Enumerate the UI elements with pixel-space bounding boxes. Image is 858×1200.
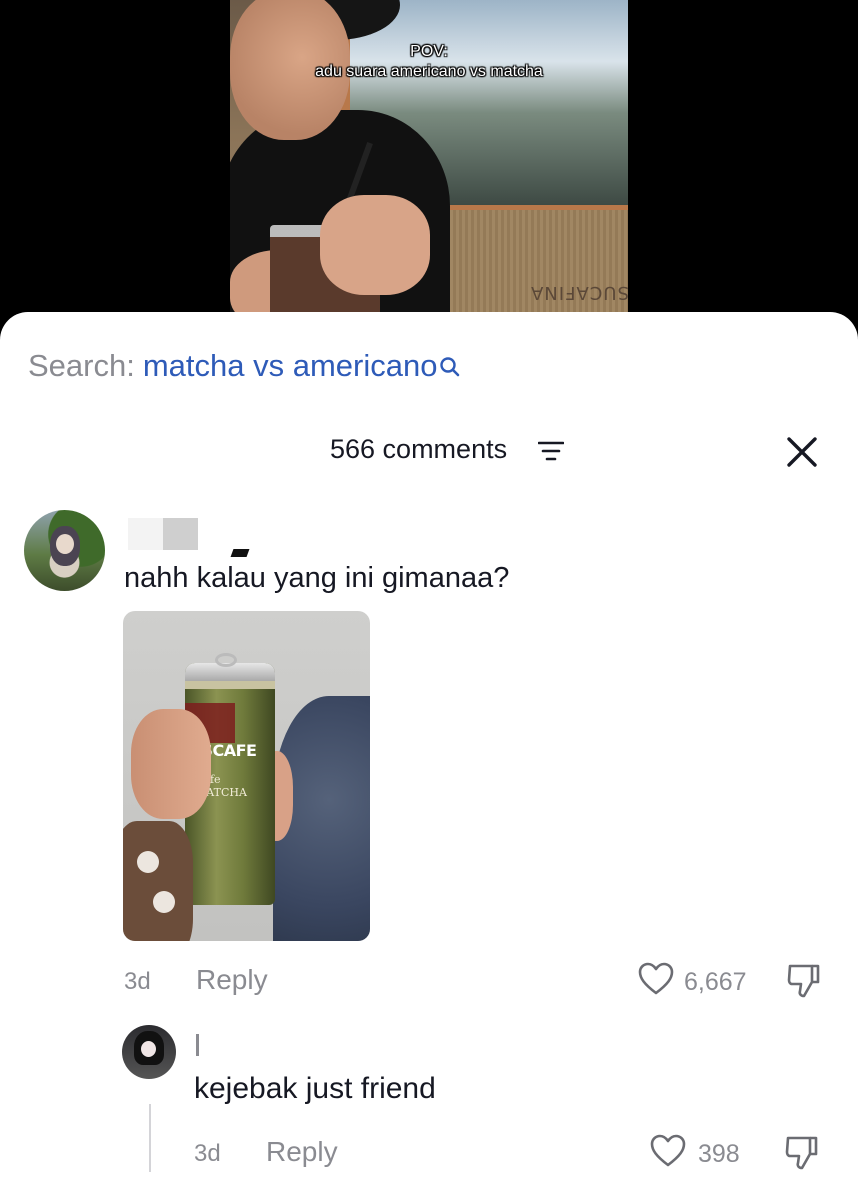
reply-actions: 3d Reply 398 xyxy=(0,1134,858,1174)
comment-time: 3d xyxy=(124,968,151,995)
reply-text: kejebak just friend xyxy=(194,1072,436,1105)
reply-button[interactable]: Reply xyxy=(196,964,268,996)
video-caption: POV: adu suara americano vs matcha xyxy=(230,42,628,82)
avatar-face xyxy=(141,1041,156,1057)
like-count: 398 xyxy=(698,1140,740,1168)
video-caption-line-2: adu suara americano vs matcha xyxy=(315,63,543,80)
like-button[interactable]: 398 xyxy=(650,1134,740,1173)
filter-icon[interactable] xyxy=(537,440,565,467)
comments-sheet: Search:matcha vs americano 566 comments xyxy=(0,312,858,1200)
reply-button[interactable]: Reply xyxy=(266,1136,338,1168)
comment-actions: 3d Reply 6,667 xyxy=(0,962,858,1002)
heart-outline-icon xyxy=(638,962,674,995)
close-button[interactable] xyxy=(782,432,822,472)
image-sleeve xyxy=(123,821,193,941)
avatar-face xyxy=(56,534,74,554)
close-icon xyxy=(787,437,817,467)
dislike-button[interactable] xyxy=(786,962,822,1005)
video-caption-line-1: POV: xyxy=(410,43,448,60)
thumbs-down-outline-icon xyxy=(785,1136,818,1170)
search-suggestion[interactable]: Search: matcha vs americano xyxy=(28,348,461,386)
sack-label: SUCAFINA xyxy=(530,282,628,303)
comments-header: 566 comments xyxy=(0,432,858,472)
avatar[interactable] xyxy=(122,1025,176,1079)
dislike-button[interactable] xyxy=(784,1134,820,1177)
redaction-mark xyxy=(230,549,250,557)
comment-text: nahh kalau yang ini gimanaa? xyxy=(124,562,510,594)
person-hand-right xyxy=(320,195,430,295)
can-edition-band xyxy=(185,681,275,689)
reply-time: 3d xyxy=(194,1140,221,1167)
image-hand xyxy=(131,709,211,819)
heart-outline-icon xyxy=(650,1134,686,1167)
avatar[interactable] xyxy=(24,510,105,591)
search-label: Search: xyxy=(28,348,135,383)
username-redacted[interactable] xyxy=(196,1034,199,1056)
can-pull-tab xyxy=(215,653,237,667)
like-count: 6,667 xyxy=(684,968,747,996)
thumbs-down-outline-icon xyxy=(787,964,820,998)
search-query-link[interactable]: matcha vs americano xyxy=(143,348,438,383)
sleeve-flower xyxy=(153,891,175,913)
comments-count: 566 comments xyxy=(330,434,508,464)
username-redacted[interactable] xyxy=(128,518,198,550)
comment-image[interactable]: ESCAFE Cafe MATCHA xyxy=(123,611,370,941)
like-button[interactable]: 6,667 xyxy=(638,962,747,1001)
video-player[interactable]: SUCAFINA POV: adu suara americano vs mat… xyxy=(0,0,858,340)
sleeve-flower xyxy=(137,851,159,873)
search-icon[interactable] xyxy=(439,350,461,386)
